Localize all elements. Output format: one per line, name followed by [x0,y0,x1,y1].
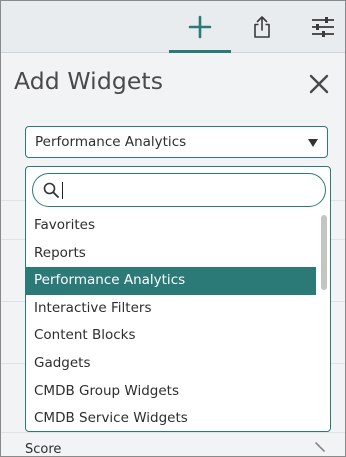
widget-category-select[interactable]: Performance Analytics [25,126,328,158]
divider [1,363,25,364]
close-icon [309,74,329,94]
divider [1,200,25,201]
share-icon [254,15,270,38]
active-tab-indicator [169,50,231,53]
list-item-gadgets[interactable]: Gadgets [26,350,316,378]
share-button[interactable] [245,1,279,52]
divider [1,301,25,302]
scrollbar-thumb[interactable] [321,215,327,290]
settings-button[interactable] [305,1,341,52]
category-dropdown: Favorites Reports Performance Analytics … [25,166,331,432]
divider [331,200,345,201]
top-toolbar [1,1,345,53]
divider [331,301,345,302]
select-value: Performance Analytics [35,134,187,150]
category-list: Favorites Reports Performance Analytics … [26,212,316,431]
plus-icon [188,15,212,38]
add-widget-button[interactable] [169,1,231,53]
list-item-cmdb-group-widgets[interactable]: CMDB Group Widgets [26,378,316,406]
list-item-performance-analytics[interactable]: Performance Analytics [26,267,316,295]
divider [331,363,345,364]
dropdown-search[interactable] [32,173,326,207]
add-widgets-window: Add Widgets Performance Analytics Favori… [0,0,346,457]
divider [1,239,25,240]
list-item-content-blocks[interactable]: Content Blocks [26,322,316,350]
list-item-cmdb-service-widgets[interactable]: CMDB Service Widgets [26,405,316,431]
divider [331,239,345,240]
dropdown-scrollbar[interactable] [320,212,328,427]
search-input[interactable] [63,180,317,202]
sliders-icon [312,16,334,37]
panel-title: Add Widgets [14,67,164,95]
close-button[interactable] [307,72,331,96]
chevron-right-icon [315,442,325,452]
background-list-item-label: Score [25,442,62,457]
chevron-down-icon [308,139,318,147]
list-item-interactive-filters[interactable]: Interactive Filters [26,295,316,323]
list-item-reports[interactable]: Reports [26,240,316,268]
list-item-favorites[interactable]: Favorites [26,212,316,240]
divider [1,432,345,433]
search-icon [43,182,59,198]
